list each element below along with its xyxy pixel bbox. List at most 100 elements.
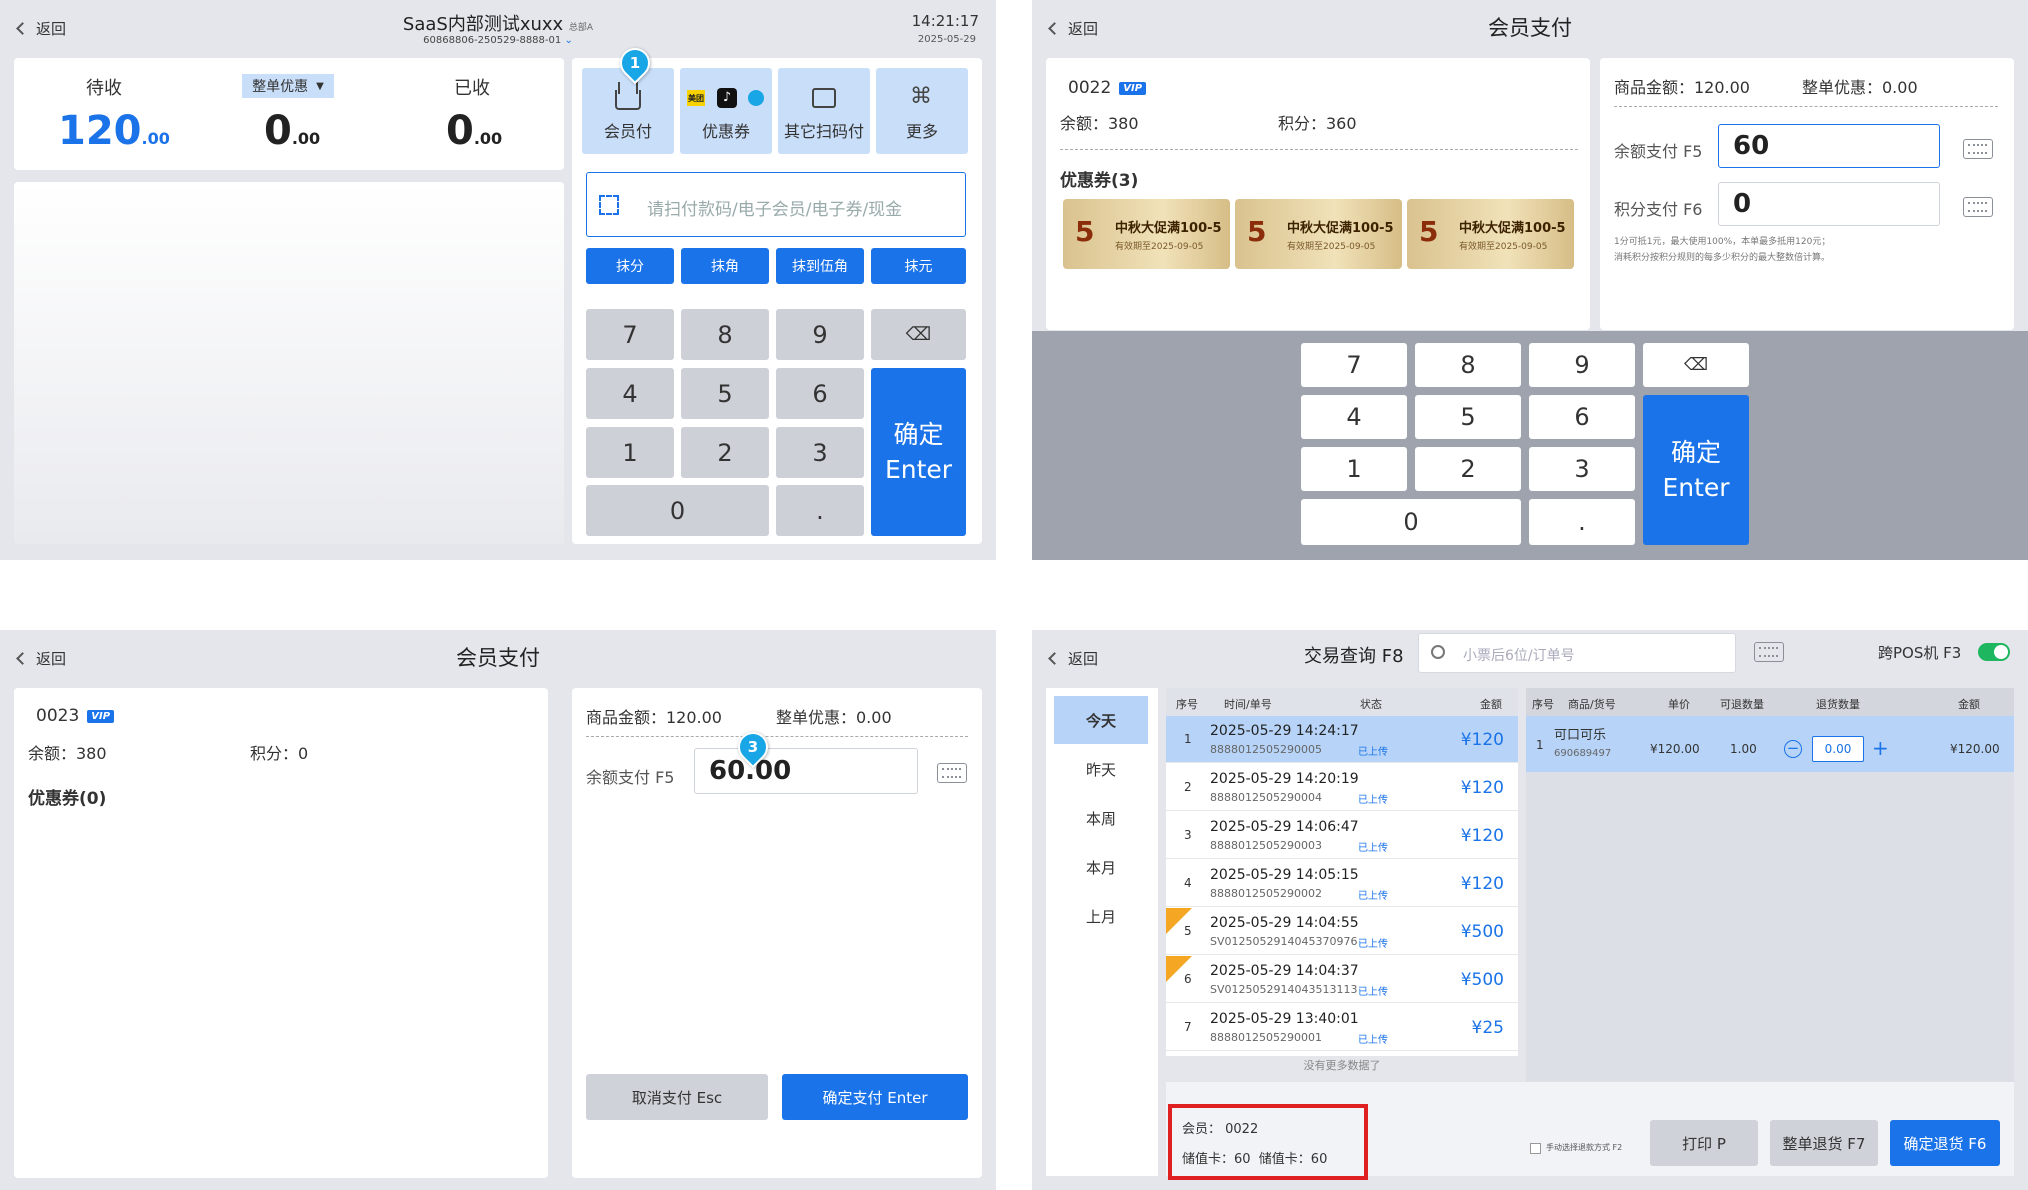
table-row[interactable]: 6 2025-05-29 14:04:37 SV012505291404351311… <box>1166 956 1518 1003</box>
round-jiao-button[interactable]: 抹角 <box>681 248 769 284</box>
store-name: 总部A <box>568 23 594 33</box>
keyboard-icon[interactable] <box>937 763 967 783</box>
key-8[interactable]: 8 <box>1415 343 1521 387</box>
minus-icon[interactable]: − <box>1784 740 1802 758</box>
member-pay-tile[interactable]: 会员付 <box>582 68 674 154</box>
balance-pay-input[interactable]: 60 <box>1718 124 1940 168</box>
filter-last-month[interactable]: 上月 <box>1054 892 1148 940</box>
coupon-card[interactable]: 5 中秋大促满100-5 有效期至2025-09-05 <box>1063 199 1230 269</box>
key-6[interactable]: 6 <box>776 368 864 419</box>
key-9[interactable]: 9 <box>1529 343 1635 387</box>
filter-yesterday[interactable]: 昨天 <box>1054 745 1148 793</box>
filter-today[interactable]: 今天 <box>1054 696 1148 744</box>
table-row[interactable]: 2 2025-05-29 14:20:19 8888012505290004 已上传 ¥… <box>1166 764 1518 811</box>
discount-dropdown[interactable]: 整单优惠 ▼ <box>242 74 334 98</box>
row-status: 已上传 <box>1358 747 1388 758</box>
member-balance: 余额：380 <box>1060 114 1139 133</box>
key-4[interactable]: 4 <box>1301 395 1407 439</box>
table-row[interactable]: 4 2025-05-29 14:05:15 8888012505290002 已上传 ¥… <box>1166 860 1518 907</box>
key-6[interactable]: 6 <box>1529 395 1635 439</box>
key-9[interactable]: 9 <box>776 309 864 360</box>
backspace-key[interactable]: ⌫ <box>1643 343 1749 387</box>
cancel-pay-button[interactable]: 取消支付 Esc <box>586 1074 768 1120</box>
key-0[interactable]: 0 <box>586 485 769 536</box>
key-8[interactable]: 8 <box>681 309 769 360</box>
row-time: 2025-05-29 14:06:47 <box>1210 819 1359 835</box>
key-5[interactable]: 5 <box>1415 395 1521 439</box>
table-row[interactable]: 1 2025-05-29 14:24:17 8888012505290005 已上传 ¥… <box>1166 716 1518 763</box>
return-qty-input[interactable]: 0.00 <box>1812 736 1864 762</box>
member-balance: 余额：380 <box>28 744 107 763</box>
back-button[interactable]: 返回 <box>1048 648 1098 669</box>
key-7[interactable]: 7 <box>586 309 674 360</box>
key-2[interactable]: 2 <box>1415 447 1521 491</box>
order-search-input[interactable]: 小票后6位/订单号 <box>1418 633 1736 673</box>
key-7[interactable]: 7 <box>1301 343 1407 387</box>
table-row[interactable]: 7 2025-05-29 13:40:01 8888012505290001 已上传 ¥… <box>1166 1004 1518 1051</box>
confirm-enter-button[interactable]: 确定 Enter <box>1643 395 1749 545</box>
key-0[interactable]: 0 <box>1301 499 1521 545</box>
backspace-icon: ⌫ <box>1683 355 1709 375</box>
coupons-title: 优惠券(3) <box>1060 171 1139 191</box>
item-price: ¥120.00 <box>1650 742 1700 756</box>
chevron-left-icon <box>1048 652 1061 665</box>
table-row[interactable]: 5 2025-05-29 14:04:55 SV012505291404537097… <box>1166 908 1518 955</box>
panel-member-pay-coupons: 返回 会员支付 0022 VIP 余额：380 积分：360 优惠券(3) 5 中秋… <box>1032 0 2028 560</box>
round-cent-button[interactable]: 抹分 <box>586 248 674 284</box>
plus-icon[interactable]: + <box>1872 738 1889 758</box>
alipay-coupon-icon <box>748 90 764 106</box>
keyboard-icon[interactable] <box>1963 197 1993 217</box>
key-dot[interactable]: . <box>1529 499 1635 545</box>
key-1[interactable]: 1 <box>586 427 674 478</box>
print-button[interactable]: 打印 P <box>1650 1120 1758 1166</box>
key-3[interactable]: 3 <box>1529 447 1635 491</box>
confirm-return-button[interactable]: 确定退货 F6 <box>1890 1120 2000 1166</box>
key-1[interactable]: 1 <box>1301 447 1407 491</box>
coupon-title: 中秋大促满100-5 <box>1287 221 1394 236</box>
payment-card: 商品金额：120.00 整单优惠：0.00 余额支付 F5 60 积分支付 F6… <box>1600 58 2014 330</box>
member-card: 0023 VIP 余额：380 积分：0 优惠券(0) <box>14 688 548 1178</box>
toggle-knob <box>1994 645 2008 659</box>
row-id: 8888012505290001 <box>1210 1031 1322 1044</box>
points-note-2: 消耗积分按积分规则的每多少积分的最大整数倍计算。 <box>1614 253 1831 263</box>
cross-pos-toggle[interactable] <box>1978 643 2010 661</box>
points-note-1: 1分可抵1元，最大使用100%，本单最多抵用120元； <box>1614 237 1831 247</box>
points-pay-input[interactable]: 0 <box>1718 182 1940 226</box>
key-5[interactable]: 5 <box>681 368 769 419</box>
goods-amount: 商品金额：120.00 <box>586 708 722 727</box>
terminal-id[interactable]: 60868806-250529-8888-01 ⌄ <box>0 35 996 46</box>
backspace-key[interactable]: ⌫ <box>871 309 966 360</box>
coupon-tile[interactable]: 美团 ♪ 优惠券 <box>680 68 772 154</box>
full-return-button[interactable]: 整单退货 F7 <box>1770 1120 1878 1166</box>
row-id: 8888012505290002 <box>1210 887 1322 900</box>
round-half-button[interactable]: 抹到伍角 <box>776 248 864 284</box>
table-row[interactable]: 3 2025-05-29 14:06:47 8888012505290003 已上传 ¥… <box>1166 812 1518 859</box>
key-3[interactable]: 3 <box>776 427 864 478</box>
item-row[interactable]: 1 可口可乐 690689497 ¥120.00 1.00 − 0.00 + ¥… <box>1526 716 2014 772</box>
key-2[interactable]: 2 <box>681 427 769 478</box>
round-yuan-button[interactable]: 抹元 <box>871 248 966 284</box>
payment-card: 商品金额：120.00 整单优惠：0.00 余额支付 F5 60.00 取消支付… <box>572 688 982 1178</box>
filter-this-week[interactable]: 本周 <box>1054 794 1148 842</box>
member-number: 0022 <box>1068 78 1112 98</box>
row-no: 6 <box>1184 972 1192 986</box>
manual-refund-checkbox[interactable] <box>1530 1143 1541 1154</box>
more-tile[interactable]: ⌘ 更多 <box>876 68 968 154</box>
key-dot[interactable]: . <box>776 485 864 536</box>
filter-this-month[interactable]: 本月 <box>1054 843 1148 891</box>
other-scan-tile[interactable]: 其它扫码付 <box>778 68 870 154</box>
scan-input[interactable]: 请扫付款码/电子会员/电子券/现金 <box>586 172 966 237</box>
meituan-icon: 美团 <box>687 90 705 106</box>
coupon-card[interactable]: 5 中秋大促满100-5 有效期至2025-09-05 <box>1235 199 1402 269</box>
keyboard-icon[interactable] <box>1963 139 1993 159</box>
confirm-pay-button[interactable]: 确定支付 Enter <box>782 1074 968 1120</box>
keyboard-icon[interactable] <box>1754 642 1784 662</box>
col-price: 单价 <box>1668 698 1690 711</box>
panel-checkout: 返回 SaaS内部测试xuxx 总部A 60868806-250529-8888… <box>0 0 996 560</box>
confirm-label: 确定 <box>893 420 944 449</box>
coupon-card[interactable]: 5 中秋大促满100-5 有效期至2025-09-05 <box>1407 199 1574 269</box>
confirm-enter-button[interactable]: 确定 Enter <box>871 368 966 536</box>
key-4[interactable]: 4 <box>586 368 674 419</box>
balance-pay-input[interactable]: 60.00 <box>694 748 918 794</box>
col-amount: 金额 <box>1480 698 1502 711</box>
